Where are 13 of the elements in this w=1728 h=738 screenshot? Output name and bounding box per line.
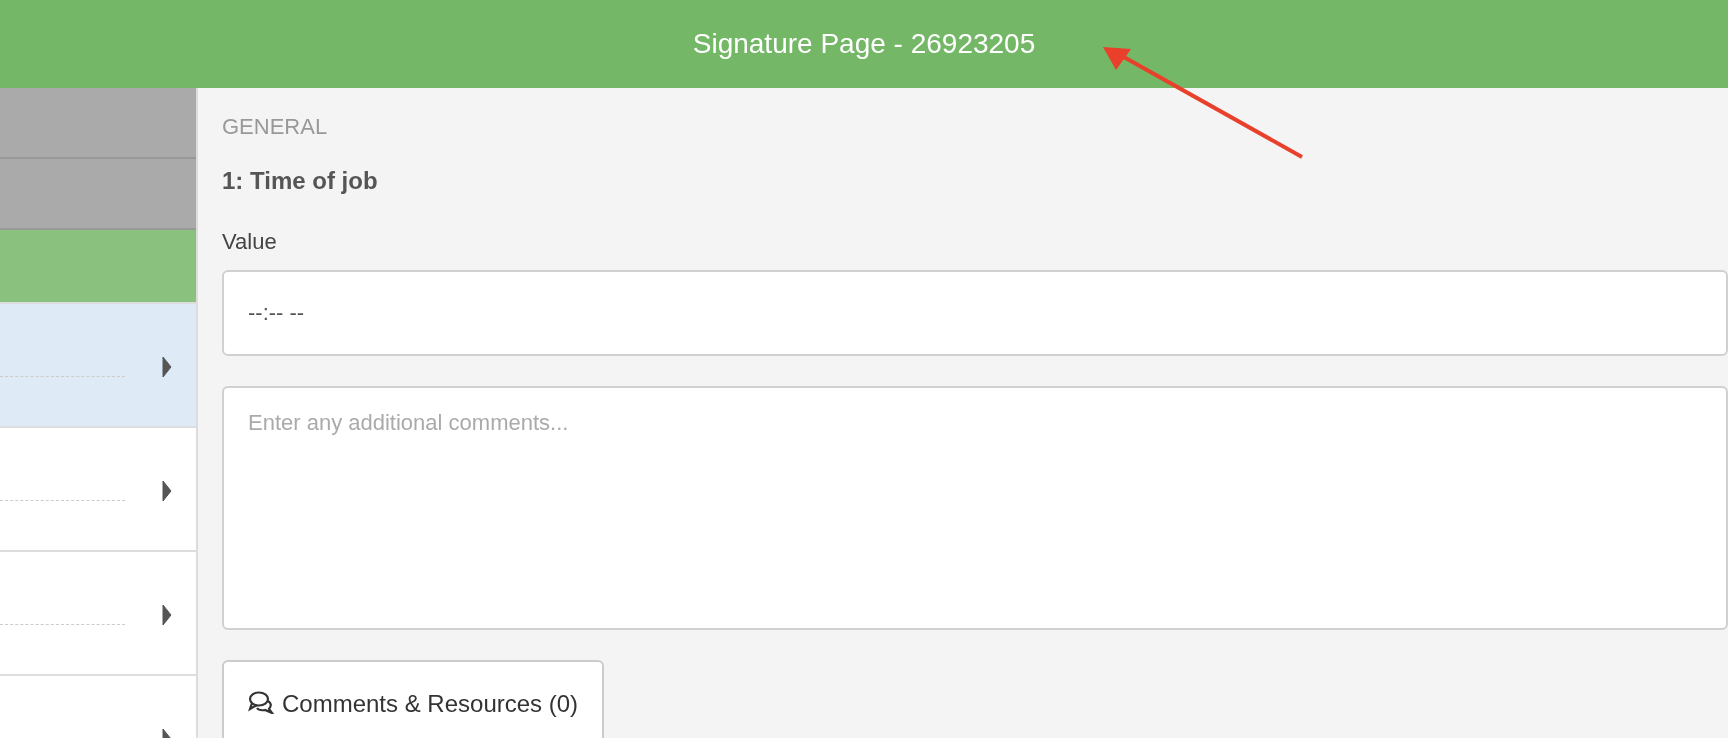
sidebar-item[interactable] [0, 88, 196, 159]
question-title: 1: Time of job [222, 166, 379, 196]
field-label: Value [222, 228, 278, 256]
time-field[interactable]: --:-- -- [222, 270, 1728, 356]
sidebar-item[interactable] [0, 159, 196, 230]
caret-icon [162, 480, 172, 502]
comments-field[interactable]: Enter any additional comments... [222, 386, 1728, 630]
section-heading: GENERAL [222, 113, 329, 141]
chat-bubbles-icon [248, 690, 274, 714]
caret-icon [162, 356, 172, 378]
page-title: Signature Page - 26923205 [692, 27, 1036, 61]
caret-icon [162, 604, 172, 626]
comments-resources-button[interactable]: Comments & Resources (0) [222, 660, 605, 738]
